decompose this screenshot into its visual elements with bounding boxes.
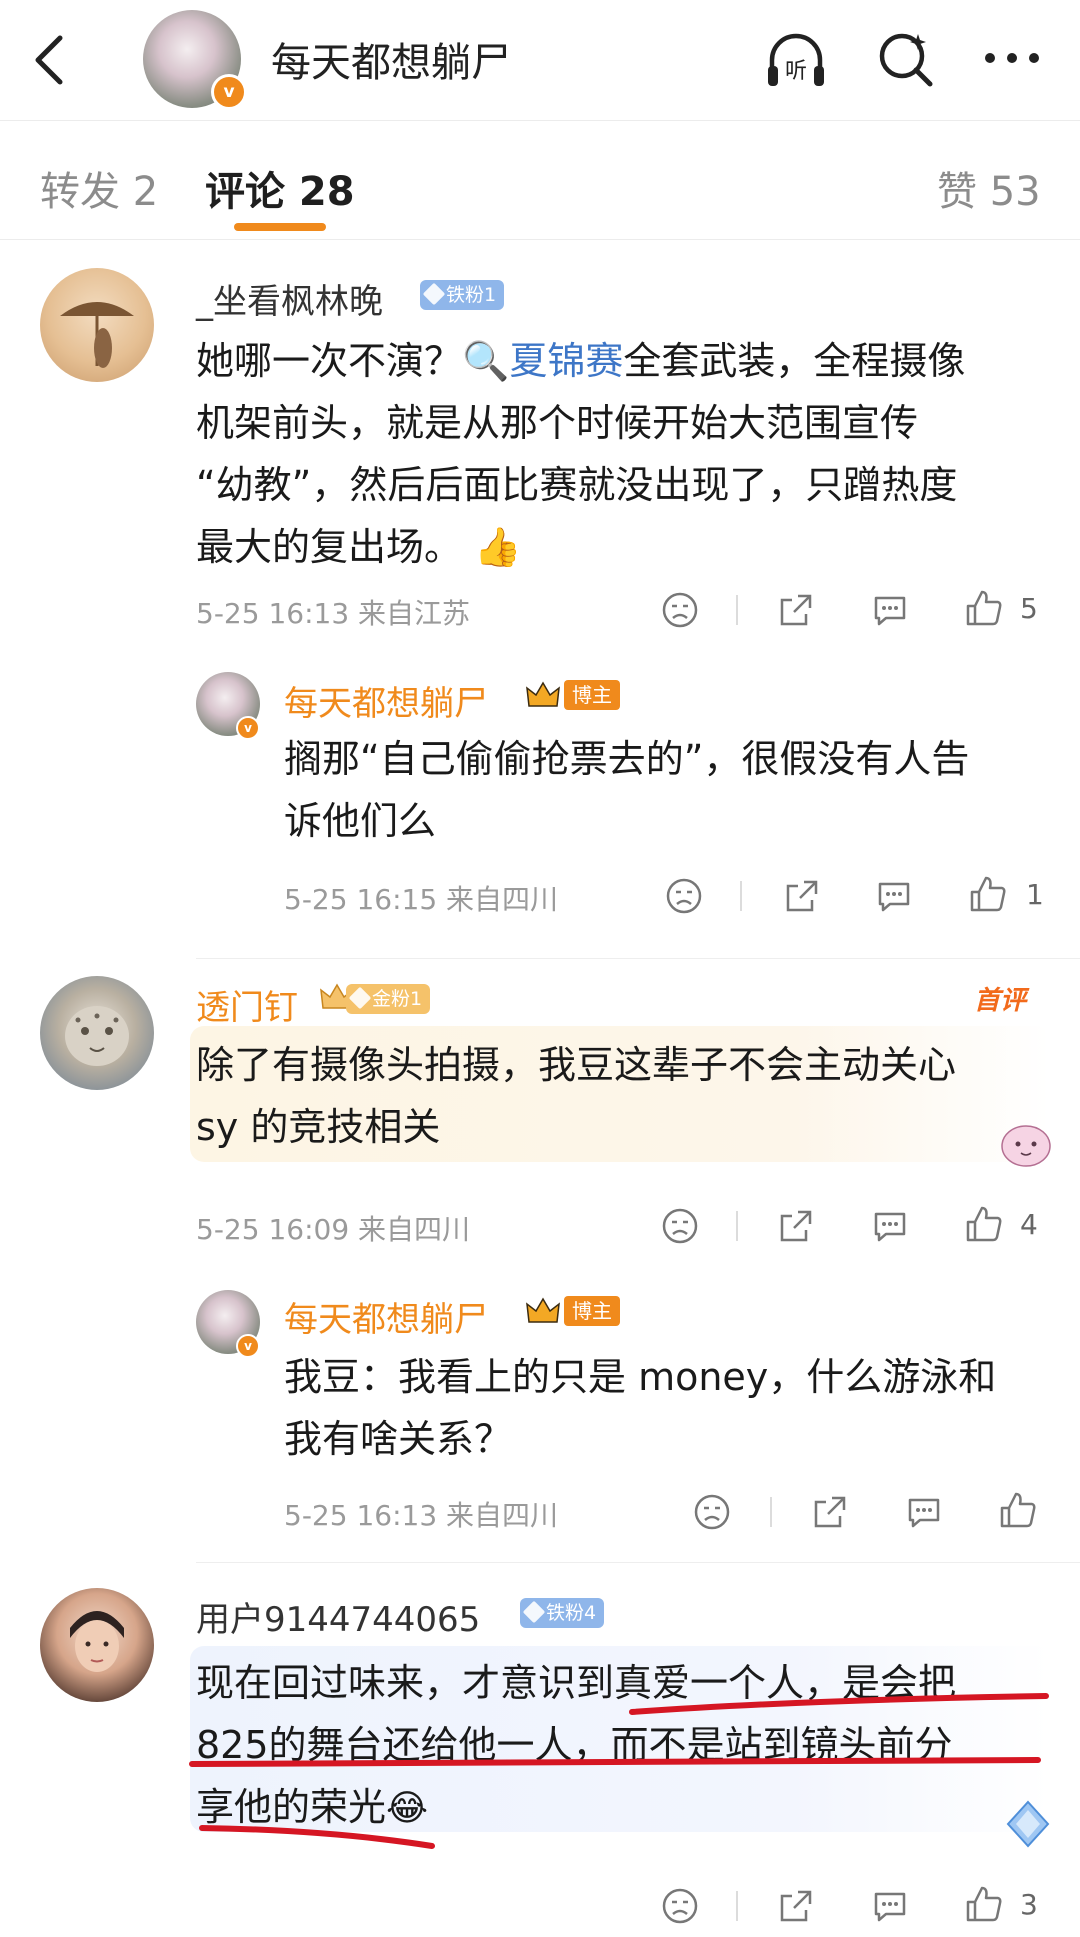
comment-icon[interactable] xyxy=(870,1206,910,1246)
comment-text: 她哪一次不演？🔍夏锦赛全套武装，全程摄像 机架前头，就是从那个时候开始大范围宣传… xyxy=(196,339,966,569)
share-icon[interactable] xyxy=(776,1886,816,1926)
verified-icon: v xyxy=(236,716,260,740)
comment-username[interactable]: _坐看枫林晚 xyxy=(196,274,383,323)
active-tab-indicator xyxy=(234,223,326,231)
top-bar: v 每天都想躺尸 听 xyxy=(0,0,1080,121)
divider xyxy=(740,881,742,911)
like-count: 1 xyxy=(1026,878,1044,911)
back-arrow-icon[interactable] xyxy=(28,32,68,88)
dislike-icon[interactable] xyxy=(664,876,704,916)
comment-text: 搁那“自己偷偷抢票去的”，很假没有人告 诉他们么 xyxy=(284,737,970,843)
comment-icon[interactable] xyxy=(870,590,910,630)
comment-username[interactable]: 用户9144744065 xyxy=(196,1592,480,1641)
sticker-icon xyxy=(1001,1125,1051,1167)
divider xyxy=(770,1497,772,1527)
search-icon[interactable] xyxy=(874,28,938,92)
like-icon[interactable] xyxy=(968,874,1008,914)
search-small-icon: 🔍 xyxy=(462,339,510,383)
avatar[interactable] xyxy=(40,268,154,382)
comment-text: 除了有摄像头拍摄，我豆这辈子不会主动关心 sy 的竞技相关 xyxy=(196,1043,957,1149)
share-icon[interactable] xyxy=(776,1206,816,1246)
comment-meta: 5-25 16:13 来自江苏 xyxy=(196,597,471,630)
divider xyxy=(736,1211,738,1241)
dislike-icon[interactable] xyxy=(660,1206,700,1246)
avatar[interactable] xyxy=(40,976,154,1090)
crown-icon xyxy=(526,681,560,707)
thumbs-up-emoji: 👍 xyxy=(474,525,522,569)
fan-badge: 金粉1 xyxy=(346,984,431,1014)
comment-username[interactable]: 每天都想躺尸 xyxy=(284,676,488,725)
avatar[interactable] xyxy=(40,1588,154,1702)
search-link[interactable]: 🔍夏锦赛 xyxy=(462,339,623,383)
like-icon[interactable] xyxy=(964,588,1004,628)
tab-bar: 转发 2 评论 28 赞 53 xyxy=(0,121,1080,240)
fan-badge: 铁粉4 xyxy=(520,1598,605,1628)
author-badge: 博主 xyxy=(564,680,620,710)
comment-meta: 5-25 16:09 来自四川 xyxy=(196,1213,471,1246)
diamond-badge-icon xyxy=(1006,1800,1050,1848)
comment-icon[interactable] xyxy=(904,1492,944,1532)
like-count: 4 xyxy=(1020,1208,1038,1241)
divider xyxy=(736,595,738,625)
more-icon[interactable] xyxy=(980,28,1044,92)
fan-badge: 铁粉1 xyxy=(420,280,505,310)
comment-username[interactable]: 每天都想躺尸 xyxy=(284,1292,488,1341)
dislike-icon[interactable] xyxy=(660,1886,700,1926)
portrait-icon xyxy=(70,1611,124,1672)
snow-leopard-icon xyxy=(65,1006,129,1066)
first-comment-tag: 首评 xyxy=(974,986,1027,1016)
comment-icon[interactable] xyxy=(870,1886,910,1926)
laughing-emoji: 😂 xyxy=(386,1788,429,1829)
like-icon[interactable] xyxy=(964,1204,1004,1244)
divider xyxy=(736,1891,738,1921)
crown-icon xyxy=(526,1297,560,1323)
tab-likes[interactable]: 赞 53 xyxy=(937,159,1041,217)
comment-divider xyxy=(196,958,1080,959)
comment-divider xyxy=(196,1562,1080,1563)
headphones-icon[interactable]: 听 xyxy=(764,28,828,92)
dislike-icon[interactable] xyxy=(692,1492,732,1532)
author-name[interactable]: 每天都想躺尸 xyxy=(271,30,511,88)
listen-label: 听 xyxy=(785,59,807,84)
comment-icon[interactable] xyxy=(874,876,914,916)
tab-comments[interactable]: 评论 28 xyxy=(205,159,355,217)
comment-meta: 5-25 16:15 来自四川 xyxy=(284,883,559,916)
verified-icon: v xyxy=(211,74,247,110)
tab-reposts[interactable]: 转发 2 xyxy=(40,159,158,217)
author-badge: 博主 xyxy=(564,1296,620,1326)
dislike-icon[interactable] xyxy=(660,590,700,630)
like-count: 5 xyxy=(1020,592,1038,625)
verified-icon: v xyxy=(236,1334,260,1358)
umbrella-figure-icon xyxy=(60,302,134,368)
like-count: 3 xyxy=(1020,1888,1038,1921)
comment-text: 我豆：我看上的只是 money，什么游泳和 我有啥关系？ xyxy=(284,1355,997,1461)
comment-username[interactable]: 透门钉 xyxy=(196,980,298,1029)
share-icon[interactable] xyxy=(810,1492,850,1532)
share-icon[interactable] xyxy=(776,590,816,630)
comment-meta: 5-25 16:13 来自四川 xyxy=(284,1499,559,1532)
comment-text: 现在回过味来，才意识到真爱一个人，是会把 825的舞台还给他一人，而不是站到镜头… xyxy=(196,1661,957,1829)
share-icon[interactable] xyxy=(782,876,822,916)
like-icon[interactable] xyxy=(998,1490,1038,1530)
like-icon[interactable] xyxy=(964,1884,1004,1924)
